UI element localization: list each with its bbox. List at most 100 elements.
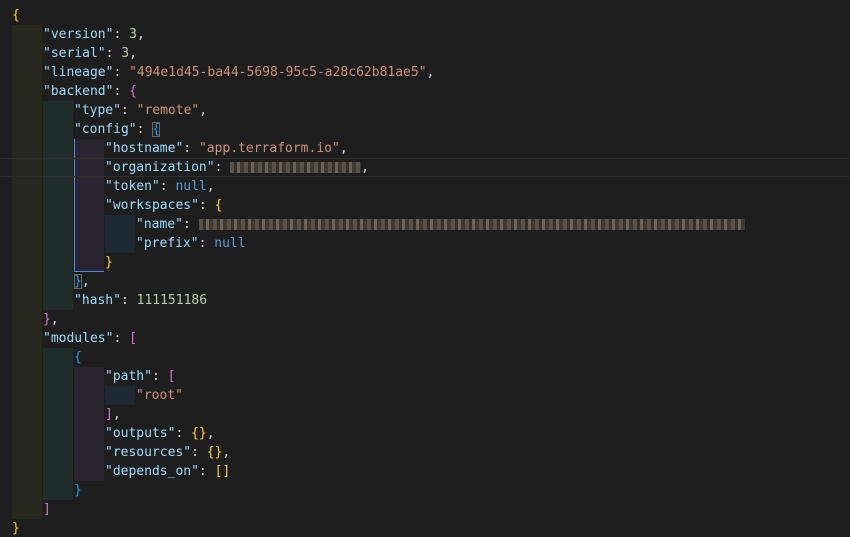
token-b1: }	[12, 521, 20, 536]
code-line[interactable]: ]	[43, 500, 51, 519]
token-punc: :	[198, 236, 215, 251]
code-line[interactable]: {	[74, 348, 82, 367]
token-str: "root"	[136, 388, 183, 403]
token-key: "serial"	[43, 46, 106, 61]
token-punc: :	[113, 84, 130, 99]
code-line[interactable]: "resources": {},	[105, 443, 230, 462]
code-line[interactable]: "version": 3,	[43, 25, 145, 44]
token-punc: :	[191, 445, 207, 460]
token-b1: {}	[206, 445, 223, 460]
code-line[interactable]: "hostname": "app.terraform.io",	[105, 139, 348, 158]
token-kw: null	[214, 236, 246, 251]
token-key: "backend"	[43, 84, 114, 99]
token-punc: ,	[136, 27, 145, 42]
token-punc: :	[183, 141, 199, 156]
code-line[interactable]: }	[12, 519, 20, 537]
code-editor[interactable]: {"version": 3, "serial": 3, "lineage": "49…	[0, 0, 850, 537]
token-punc: ,	[361, 160, 369, 175]
token-b1: {	[214, 198, 223, 213]
token-key: "config"	[74, 122, 137, 137]
token-punc: ,	[81, 274, 90, 289]
token-key: "name"	[136, 217, 183, 232]
indent-guide	[105, 386, 135, 405]
token-punc: :	[120, 293, 137, 308]
code-line[interactable]: "workspaces": {	[105, 196, 222, 215]
code-line[interactable]: },	[43, 310, 59, 329]
token-key: "hash"	[74, 293, 121, 308]
code-line[interactable]: "depends_on": []	[105, 462, 230, 481]
token-punc: :	[113, 27, 130, 42]
token-punc: :	[159, 179, 176, 194]
token-num: 3	[121, 46, 130, 61]
code-line[interactable]: "serial": 3,	[43, 44, 137, 63]
token-b2: ]	[43, 502, 51, 517]
token-key: "lineage"	[43, 65, 114, 80]
code-line[interactable]: "backend": {	[43, 82, 137, 101]
token-punc: ,	[426, 65, 435, 80]
token-b2: [	[167, 369, 176, 384]
redacted-value	[230, 162, 362, 173]
code-line[interactable]: "outputs": {},	[105, 424, 215, 443]
indent-guide	[43, 101, 73, 310]
token-punc: ,	[206, 426, 215, 441]
code-line[interactable]: }	[74, 481, 82, 500]
token-num: 3	[129, 27, 137, 42]
code-line[interactable]: "type": "remote",	[74, 101, 207, 120]
code-line[interactable]: "root"	[136, 386, 183, 405]
token-punc: :	[198, 464, 215, 479]
token-str: "app.terraform.io"	[198, 141, 340, 156]
token-key: "outputs"	[105, 426, 176, 441]
code-line[interactable]: },	[74, 272, 90, 291]
token-punc: :	[198, 198, 215, 213]
token-key: "organization"	[105, 160, 215, 175]
code-line[interactable]: "name":	[136, 215, 746, 234]
token-punc: :	[113, 331, 130, 346]
token-punc: ,	[112, 407, 121, 422]
token-b2: {	[129, 84, 137, 99]
token-b1: {}	[191, 426, 207, 441]
code-line[interactable]: "prefix": null	[136, 234, 246, 253]
token-b1: }	[105, 255, 113, 270]
token-punc: :	[120, 103, 137, 118]
code-line[interactable]: "config": {	[74, 120, 161, 139]
token-punc: ,	[50, 312, 59, 327]
token-key: "resources"	[105, 445, 192, 460]
code-line[interactable]: "organization": ,	[105, 158, 369, 177]
token-punc: :	[175, 426, 192, 441]
code-line[interactable]: "path": [	[105, 367, 175, 386]
token-key: "path"	[105, 369, 152, 384]
token-punc: :	[151, 369, 168, 384]
token-punc: ,	[206, 179, 215, 194]
token-punc: :	[136, 122, 153, 137]
code-line[interactable]: "hash": 111151186	[74, 291, 207, 310]
indent-guide	[74, 367, 104, 481]
token-punc: :	[182, 217, 199, 232]
token-punc: :	[214, 160, 231, 175]
token-kw: null	[175, 179, 207, 194]
code-line[interactable]: ],	[105, 405, 121, 424]
code-line[interactable]: {	[12, 6, 20, 25]
token-num: 111151186	[136, 293, 208, 308]
token-str: "494e1d45-ba44-5698-95c5-a28c62b81ae5"	[129, 65, 427, 80]
token-key: "workspaces"	[105, 198, 199, 213]
token-key: "type"	[74, 103, 121, 118]
token-key: "token"	[105, 179, 160, 194]
code-line[interactable]: "modules": [	[43, 329, 137, 348]
token-key: "prefix"	[136, 236, 199, 251]
token-b3: }	[74, 274, 82, 289]
token-punc: ,	[222, 445, 231, 460]
token-key: "depends_on"	[105, 464, 199, 479]
token-b2: [	[129, 331, 137, 346]
token-b2: }	[43, 312, 51, 327]
token-b1: {	[12, 8, 20, 23]
token-punc: :	[105, 46, 122, 61]
token-punc: :	[113, 65, 130, 80]
code-line[interactable]: "token": null,	[105, 177, 215, 196]
token-punc: ,	[199, 103, 208, 118]
token-b1: []	[214, 464, 231, 479]
code-line[interactable]: "lineage": "494e1d45-ba44-5698-95c5-a28c…	[43, 63, 434, 82]
token-b3: }	[74, 483, 82, 498]
token-punc: ,	[339, 141, 348, 156]
token-b3: {	[74, 350, 82, 365]
code-line[interactable]: }	[105, 253, 113, 272]
